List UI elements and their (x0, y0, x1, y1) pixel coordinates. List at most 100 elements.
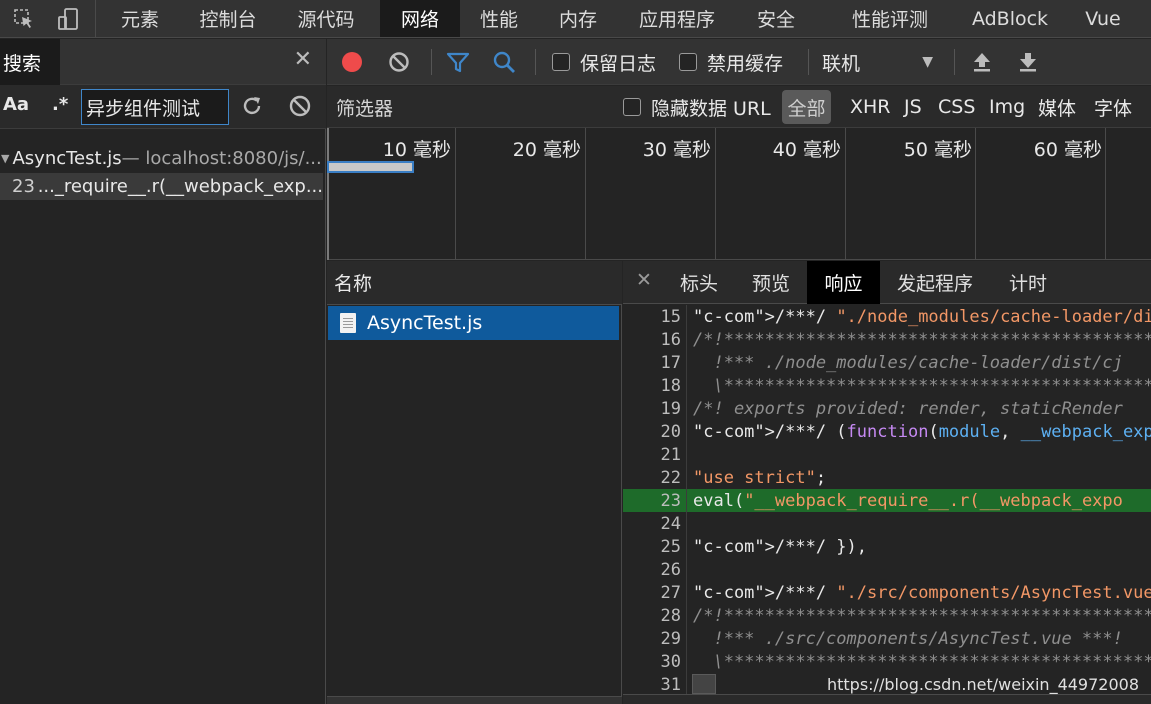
search-result-file[interactable]: ▼ AsyncTest.js — localhost:8080/js/... (0, 145, 326, 171)
name-column-header[interactable]: 名称 (327, 261, 622, 305)
detail-tabbar: ✕ 标头 预览 响应 发起程序 计时 (623, 261, 1151, 304)
line-number[interactable]: 25 (623, 537, 686, 557)
tab-preview[interactable]: 预览 (738, 261, 804, 304)
match-case-button[interactable]: Aa (3, 94, 29, 115)
code-text: !*** ./node_modules/cache-loader/dist/cj (693, 352, 1123, 373)
tab-timing[interactable]: 计时 (995, 261, 1061, 304)
line-number[interactable]: 30 (623, 652, 686, 672)
refresh-search-icon[interactable] (239, 93, 265, 119)
code-line: 21 (623, 443, 1151, 466)
tab-vue[interactable]: Vue (1056, 0, 1150, 37)
tab-performance[interactable]: 性能 (460, 0, 538, 37)
code-text: "c-com">/***/ (function(module, __webpac… (693, 421, 1151, 442)
line-number[interactable]: 23 (623, 491, 686, 511)
code-line: 17 !*** ./node_modules/cache-loader/dist… (623, 351, 1151, 374)
line-number[interactable]: 21 (623, 445, 686, 465)
inspect-element-icon[interactable] (2, 1, 46, 37)
preserve-log-box[interactable] (552, 53, 570, 71)
throttling-select[interactable]: 联机 ▼ (822, 39, 937, 85)
code-line: 18 \************************************… (623, 374, 1151, 397)
request-detail-pane: ✕ 标头 预览 响应 发起程序 计时 15 "c-com">/***/ "./no… (623, 261, 1151, 704)
preserve-log-checkbox[interactable]: 保留日志 (552, 39, 656, 85)
close-search-icon[interactable]: ✕ (294, 47, 312, 72)
code-line: 25 "c-com">/***/ }), (623, 535, 1151, 558)
code-text: /*!*************************************… (693, 605, 1151, 626)
line-number[interactable]: 24 (623, 514, 686, 534)
line-number[interactable]: 18 (623, 376, 686, 396)
tab-sources[interactable]: 源代码 (272, 0, 380, 37)
search-pane: 搜索 ✕ Aa .* ▼ AsyncTest.js — localhost:80… (0, 39, 326, 704)
hide-data-url-label: 隐藏数据 URL (651, 97, 771, 120)
requests-pane: 名称 AsyncTest.js (327, 261, 622, 704)
filter-type-js[interactable]: JS (904, 86, 922, 128)
code-line: 19 /*! exports provided: render, staticRe… (623, 397, 1151, 420)
search-icon[interactable] (492, 39, 516, 85)
filter-type-font[interactable]: 字体 (1094, 86, 1132, 128)
code-text: !*** ./src/components/AsyncTest.vue ***! (693, 628, 1123, 649)
hide-data-url-checkbox[interactable]: 隐藏数据 URL (623, 86, 771, 128)
code-statusbar (623, 694, 1151, 704)
filter-type-all[interactable]: 全部 (782, 90, 831, 124)
line-number[interactable]: 17 (623, 353, 686, 373)
tab-memory[interactable]: 内存 (538, 0, 618, 37)
line-number[interactable]: 27 (623, 583, 686, 603)
response-code-view[interactable]: 15 "c-com">/***/ "./node_modules/cache-lo… (623, 305, 1151, 695)
code-text: \***************************************… (693, 651, 1151, 672)
close-detail-icon[interactable]: ✕ (636, 269, 652, 291)
request-name: AsyncTest.js (367, 312, 483, 334)
result-file-name: AsyncTest.js (12, 147, 122, 169)
clear-log-icon[interactable] (387, 39, 411, 85)
search-input[interactable] (81, 89, 229, 125)
tab-headers[interactable]: 标头 (666, 261, 732, 304)
disable-cache-checkbox[interactable]: 禁用缓存 (679, 39, 783, 85)
import-har-icon[interactable] (971, 39, 993, 85)
regex-button[interactable]: .* (52, 94, 68, 115)
record-icon[interactable] (340, 39, 364, 85)
expand-triangle-icon[interactable]: ▼ (1, 152, 9, 165)
timeline-label: 50 毫秒 (903, 139, 972, 161)
result-line-number: 23 (12, 176, 35, 197)
timeline-overview[interactable]: 10 毫秒 20 毫秒 30 毫秒 40 毫秒 50 毫秒 60 毫秒 (327, 128, 1151, 260)
tab-initiator[interactable]: 发起程序 (885, 261, 985, 304)
filter-type-img[interactable]: Img (989, 86, 1025, 128)
line-number[interactable]: 26 (623, 560, 686, 580)
hide-data-url-box[interactable] (623, 98, 641, 116)
tab-network[interactable]: 网络 (380, 0, 460, 37)
code-line: 22 "use strict"; (623, 466, 1151, 489)
line-number[interactable]: 29 (623, 629, 686, 649)
line-number[interactable]: 28 (623, 606, 686, 626)
clear-search-icon[interactable] (287, 93, 313, 119)
tab-application[interactable]: 应用程序 (618, 0, 736, 37)
tab-security[interactable]: 安全 (736, 0, 816, 37)
format-toggle[interactable] (692, 674, 716, 694)
filter-icon[interactable] (446, 39, 470, 85)
code-line: 30 \************************************… (623, 650, 1151, 673)
filter-type-css[interactable]: CSS (938, 86, 975, 128)
tab-elements[interactable]: 元素 (96, 0, 184, 37)
disable-cache-box[interactable] (679, 53, 697, 71)
tab-adblock[interactable]: AdBlock (964, 0, 1056, 37)
tab-console[interactable]: 控制台 (184, 0, 272, 37)
timeline-label: 60 毫秒 (1033, 139, 1102, 161)
search-header: 搜索 ✕ (0, 39, 326, 85)
device-toolbar-icon[interactable] (46, 1, 90, 37)
line-number[interactable]: 20 (623, 422, 686, 442)
filter-input[interactable]: 筛选器 (327, 90, 602, 124)
line-number[interactable]: 16 (623, 330, 686, 350)
request-row[interactable]: AsyncTest.js (328, 306, 619, 340)
filter-type-xhr[interactable]: XHR (850, 86, 891, 128)
search-result-line[interactable]: 23 ..._require__.r(__webpack_exp... (0, 173, 323, 200)
search-tab-title[interactable]: 搜索 (0, 39, 60, 85)
tab-lighthouse[interactable]: 性能评测 (816, 0, 964, 37)
export-har-icon[interactable] (1017, 39, 1039, 85)
filter-bar: 筛选器 隐藏数据 URL 全部 XHR JS CSS Img 媒体 字体 (327, 86, 1151, 128)
line-number[interactable]: 19 (623, 399, 686, 419)
filter-type-media[interactable]: 媒体 (1038, 86, 1076, 128)
tab-response[interactable]: 响应 (807, 261, 880, 304)
code-line: 20 "c-com">/***/ (function(module, __webp… (623, 420, 1151, 443)
code-line: 16 /*!***********************************… (623, 328, 1151, 351)
line-number[interactable]: 31 (623, 675, 686, 695)
code-text: "c-com">/***/ }), (693, 536, 868, 557)
line-number[interactable]: 15 (623, 307, 686, 327)
line-number[interactable]: 22 (623, 468, 686, 488)
